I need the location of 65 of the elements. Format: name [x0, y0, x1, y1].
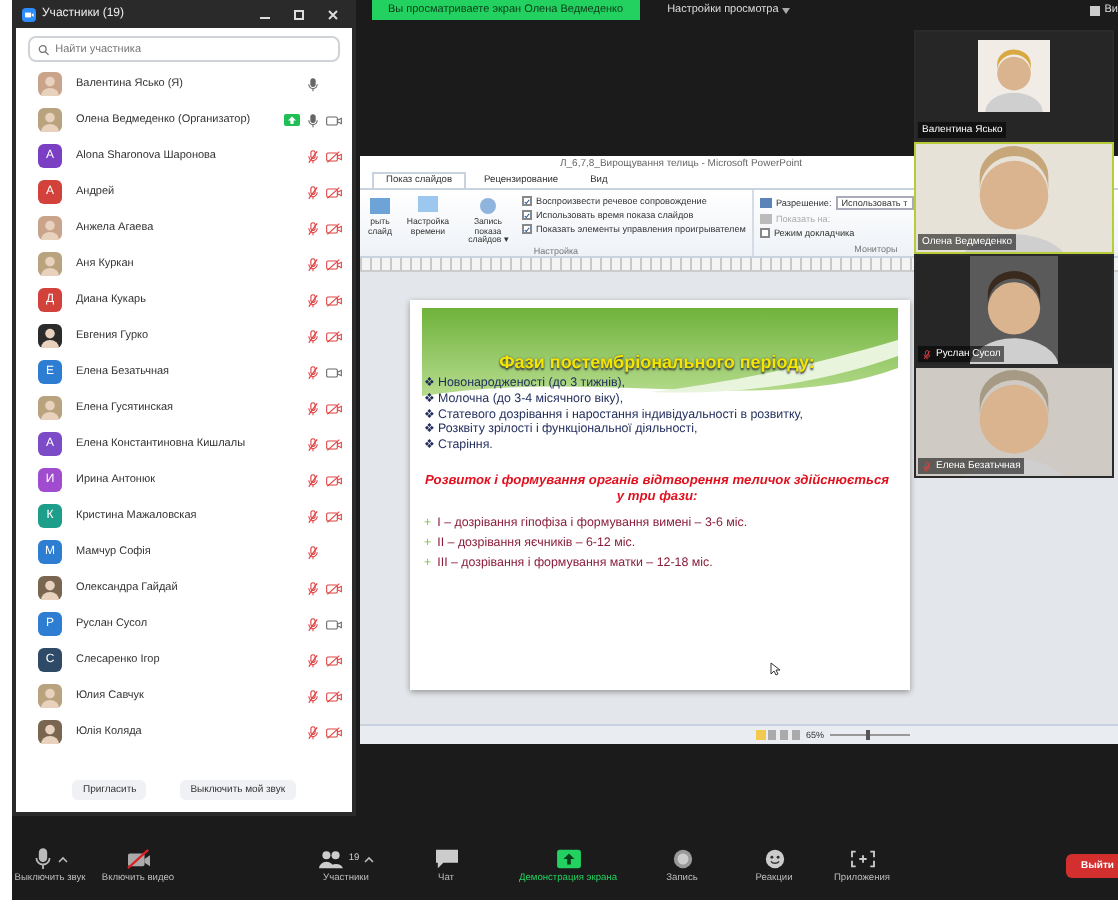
- muted-microphone-icon[interactable]: [306, 545, 320, 559]
- caret-icon[interactable]: [782, 7, 791, 13]
- cursor-icon: [770, 662, 780, 676]
- video-off-icon[interactable]: [326, 149, 342, 163]
- muted-microphone-icon[interactable]: [306, 221, 320, 235]
- muted-microphone-icon[interactable]: [306, 725, 320, 739]
- avatar-icon: [38, 72, 62, 96]
- video-off-icon[interactable]: [326, 725, 342, 739]
- muted-microphone-icon[interactable]: [306, 401, 320, 415]
- video-off-icon[interactable]: [125, 848, 151, 870]
- participants-icon[interactable]: [318, 848, 345, 870]
- smiley-icon[interactable]: [761, 848, 787, 870]
- muted-microphone-icon[interactable]: [306, 653, 320, 667]
- avatar-icon: [38, 324, 62, 348]
- slide-title: Фази постембріонального періоду:: [497, 352, 817, 372]
- muted-microphone-icon[interactable]: [306, 329, 320, 343]
- avatar-icon: [38, 720, 62, 744]
- muted-microphone-icon[interactable]: [306, 473, 320, 487]
- checkbox[interactable]: [522, 196, 532, 206]
- muted-microphone-icon[interactable]: [306, 437, 320, 451]
- grid-icon[interactable]: [1090, 5, 1101, 15]
- video-off-icon[interactable]: [326, 185, 342, 199]
- avatar-icon: [38, 108, 62, 132]
- video-camera-icon[interactable]: [326, 617, 342, 631]
- caret-icon[interactable]: [363, 855, 374, 863]
- microphone-icon[interactable]: [306, 113, 320, 127]
- muted-microphone-icon[interactable]: [306, 365, 320, 379]
- record-icon[interactable]: [669, 848, 695, 870]
- muted-microphone-icon[interactable]: [306, 617, 320, 631]
- avatar-icon: [38, 576, 62, 600]
- search-icon: [38, 43, 50, 55]
- chat-icon[interactable]: [433, 848, 459, 870]
- video-off-icon[interactable]: [326, 293, 342, 307]
- microphone-icon[interactable]: [306, 77, 320, 91]
- video-off-icon[interactable]: [326, 257, 342, 271]
- video-off-icon[interactable]: [326, 437, 342, 451]
- checkbox[interactable]: [522, 224, 532, 234]
- video-off-icon[interactable]: [326, 581, 342, 595]
- muted-microphone-icon[interactable]: [306, 257, 320, 271]
- video-off-icon[interactable]: [326, 473, 342, 487]
- avatar-icon: [38, 396, 62, 420]
- app-logo-icon: [22, 7, 36, 21]
- muted-microphone-icon[interactable]: [306, 689, 320, 703]
- avatar-icon: [38, 252, 62, 276]
- apps-icon[interactable]: [849, 848, 875, 870]
- video-off-icon[interactable]: [326, 653, 342, 667]
- avatar-icon: [38, 216, 62, 240]
- video-camera-icon[interactable]: [326, 113, 342, 127]
- muted-microphone-icon[interactable]: [306, 149, 320, 163]
- video-camera-icon[interactable]: [326, 365, 342, 379]
- checkbox[interactable]: [759, 228, 770, 238]
- video-off-icon[interactable]: [326, 221, 342, 235]
- video-off-icon[interactable]: [326, 329, 342, 343]
- microphone-icon[interactable]: [32, 848, 54, 870]
- video-off-icon[interactable]: [326, 401, 342, 415]
- caret-icon[interactable]: [58, 855, 68, 863]
- video-off-icon[interactable]: [326, 509, 342, 523]
- checkbox[interactable]: [522, 210, 532, 220]
- muted-microphone-icon[interactable]: [306, 185, 320, 199]
- muted-microphone-icon[interactable]: [306, 581, 320, 595]
- share-screen-icon[interactable]: [555, 848, 581, 870]
- video-off-icon[interactable]: [326, 689, 342, 703]
- muted-microphone-icon[interactable]: [306, 509, 320, 523]
- muted-microphone-icon[interactable]: [306, 293, 320, 307]
- avatar-icon: [38, 684, 62, 708]
